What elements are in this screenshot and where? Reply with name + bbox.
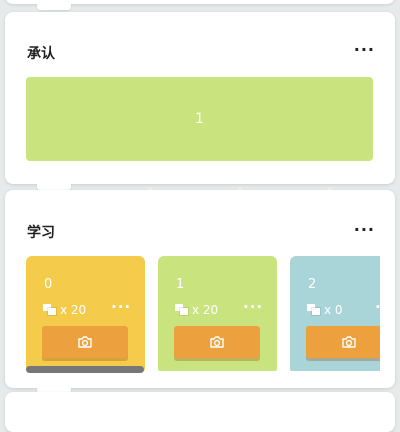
card-connector-tab (37, 182, 71, 190)
acknowledge-item-label: 1 (195, 111, 204, 127)
more-icon[interactable]: ··· (354, 42, 375, 58)
card-title: 承认 (27, 46, 55, 62)
camera-button[interactable] (306, 326, 380, 358)
learn-item-2[interactable]: 2 x 0 ··· (290, 256, 380, 371)
card-title: 学习 (27, 225, 55, 241)
camera-icon (210, 336, 224, 348)
item-more-icon[interactable]: ··· (243, 298, 263, 316)
previous-card-tab (37, 2, 71, 10)
stack-icon (307, 304, 321, 316)
quantity-text: x 20 (192, 303, 219, 317)
learn-carousel[interactable]: 0 x 20 ··· 1 x 20 ··· 2 x 0 (26, 256, 380, 371)
camera-icon (78, 336, 92, 348)
item-quantity: x 20 (43, 303, 86, 317)
acknowledge-item[interactable]: 1 (26, 77, 373, 161)
camera-button[interactable] (174, 326, 260, 358)
scrollbar-thumb[interactable] (26, 366, 144, 373)
more-icon[interactable]: ··· (354, 222, 375, 238)
next-card-top (5, 392, 395, 432)
quantity-text: x 20 (60, 303, 87, 317)
item-number: 2 (308, 277, 317, 292)
learn-card: 学习 ··· 0 x 20 ··· 1 x 20 ··· 2 x 0 (5, 190, 395, 388)
camera-icon (342, 336, 356, 348)
acknowledge-card: 承认 ··· 1 (5, 12, 395, 184)
stack-icon (175, 304, 189, 316)
quantity-text: x 0 (324, 303, 343, 317)
learn-item-0[interactable]: 0 x 20 ··· (26, 256, 145, 371)
item-more-icon[interactable]: ··· (111, 298, 131, 316)
item-more-icon[interactable]: ··· (375, 298, 380, 316)
camera-button[interactable] (42, 326, 128, 358)
item-number: 0 (44, 277, 53, 292)
item-quantity: x 0 (307, 303, 343, 317)
item-number: 1 (176, 277, 185, 292)
carousel-scrollbar[interactable] (26, 366, 378, 373)
learn-item-1[interactable]: 1 x 20 ··· (158, 256, 277, 371)
stack-icon (43, 304, 57, 316)
item-quantity: x 20 (175, 303, 218, 317)
